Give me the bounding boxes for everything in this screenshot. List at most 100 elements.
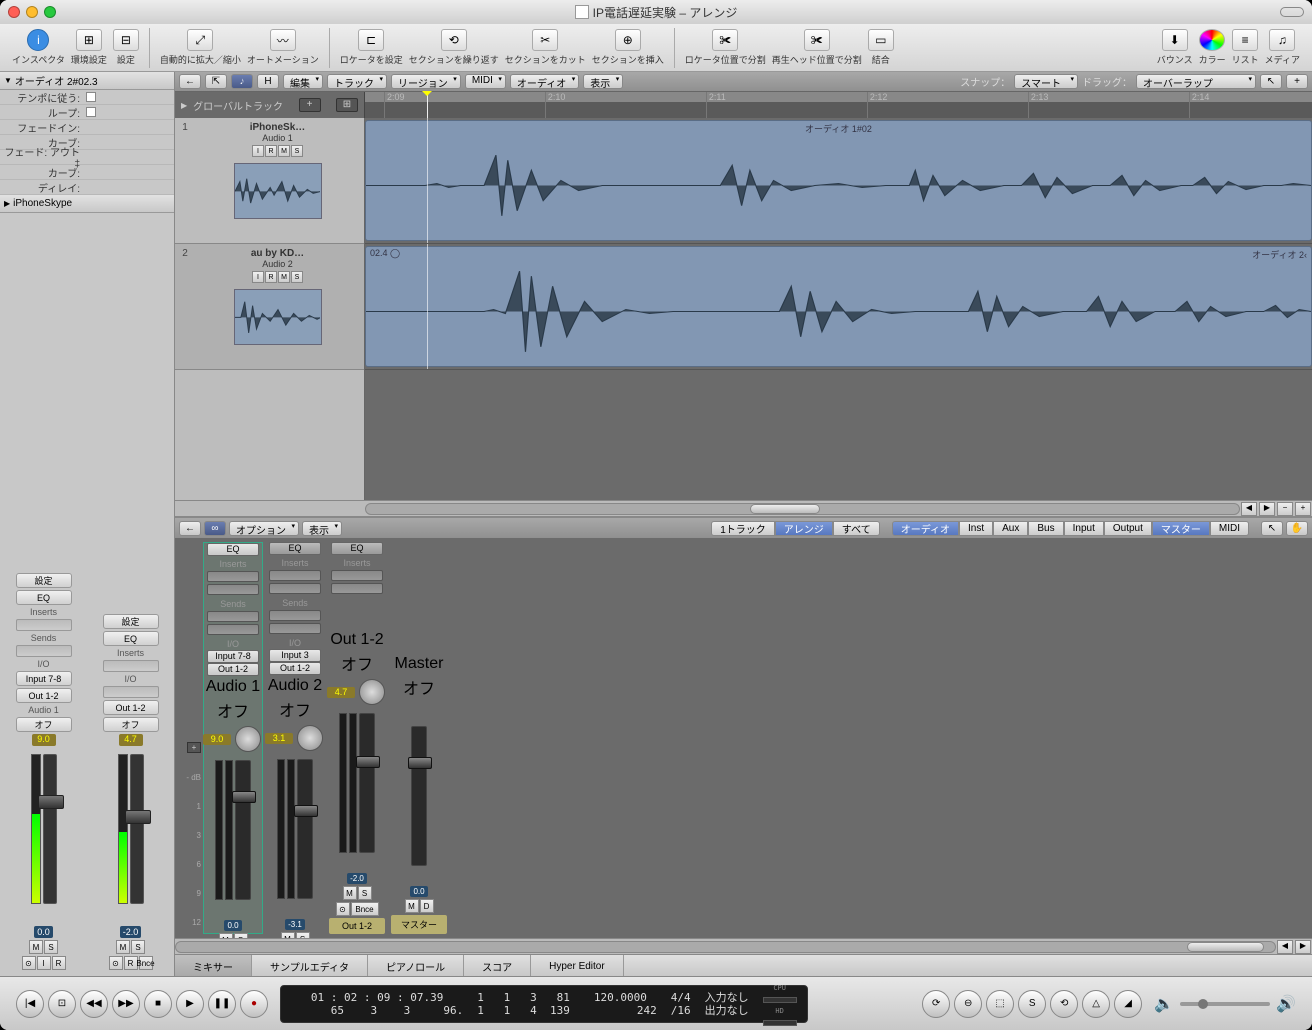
seg-input[interactable]: Input	[1064, 521, 1104, 536]
send-slot[interactable]	[269, 610, 321, 621]
bounce-button[interactable]: Bnce	[139, 956, 153, 970]
global-track-header[interactable]: ▶グローバルトラック + ⊞	[175, 92, 365, 118]
output-selector[interactable]: Out 1-2	[16, 688, 72, 703]
autopunch-button[interactable]: ⬚	[986, 990, 1014, 1018]
track-lane-2[interactable]: 02.4 ◯ オーディオ 2‹	[365, 244, 1312, 370]
automation-mode[interactable]: オフ	[16, 717, 72, 732]
hand-tool[interactable]: ✋	[1286, 521, 1308, 536]
monitor-button[interactable]: ⊙	[336, 902, 350, 916]
monitor-button[interactable]: ⊙	[109, 956, 123, 970]
eq-button[interactable]: EQ	[331, 542, 383, 555]
automation-button[interactable]: 〰オートメーション	[247, 29, 319, 66]
audio-menu[interactable]: オーディオ	[510, 74, 579, 89]
mixer-strip-1[interactable]: EQ Inserts Sends I/O Input 7-8 Out 1-2 A…	[203, 542, 263, 934]
solo-button[interactable]: S	[1018, 990, 1046, 1018]
insert-slot[interactable]	[16, 619, 72, 631]
lcd-display[interactable]: 01 : 02 : 09 : 07.39 65 3 3 96. 1 1 3 81…	[280, 985, 808, 1023]
settings-button[interactable]: ⊟設定	[113, 29, 139, 66]
insert-slot[interactable]	[269, 570, 321, 581]
cut-section-button[interactable]: ✂セクションをカット	[505, 29, 586, 66]
send-slot[interactable]	[16, 645, 72, 657]
mixer-scrollbar[interactable]: ◀▶	[175, 938, 1312, 954]
tab-piano-roll[interactable]: ピアノロール	[368, 955, 464, 977]
solo-button[interactable]: S	[131, 940, 145, 954]
pan-knob[interactable]	[235, 726, 261, 752]
crosshair-tool[interactable]: +	[1286, 74, 1308, 89]
seg-inst[interactable]: Inst	[959, 521, 993, 536]
audio-region-1[interactable]: オーディオ 1#02	[365, 120, 1312, 241]
merge-button[interactable]: ▭結合	[868, 29, 894, 66]
scroll-right-button[interactable]: ▶	[1259, 502, 1275, 516]
input-button[interactable]: I	[252, 145, 264, 157]
settings-button[interactable]: 設定	[103, 614, 159, 629]
record-button[interactable]: R	[52, 956, 66, 970]
eq-button[interactable]: EQ	[103, 631, 159, 646]
seg-master[interactable]: マスター	[1152, 521, 1210, 536]
option-menu[interactable]: オプション	[229, 521, 299, 536]
zoom-out-button[interactable]: −	[1277, 502, 1293, 516]
mute-button[interactable]: M	[343, 886, 357, 900]
forward-button[interactable]: ▶▶	[112, 990, 140, 1018]
input-selector[interactable]: Input 3	[269, 649, 321, 662]
media-button[interactable]: ♫メディア	[1265, 29, 1300, 66]
volume-fader[interactable]	[359, 713, 375, 853]
inspector-button[interactable]: iインスペクタ	[12, 29, 65, 66]
pointer-tool[interactable]: ↖	[1261, 521, 1283, 536]
track-lane-1[interactable]: オーディオ 1#02	[365, 118, 1312, 244]
h-button[interactable]: H	[257, 74, 279, 89]
track-header-2[interactable]: 2 au by KD… Audio 2 I R M S	[175, 244, 364, 370]
output-selector[interactable]: Out 1-2	[269, 662, 321, 675]
automation-mode[interactable]: オフ	[403, 675, 435, 699]
snap-select[interactable]: スマート	[1014, 74, 1078, 89]
seg-output[interactable]: Output	[1104, 521, 1152, 536]
track-menu[interactable]: トラック	[327, 74, 387, 89]
back-button[interactable]: ←	[179, 521, 201, 536]
volume-fader[interactable]	[297, 759, 313, 899]
mute-button[interactable]: M	[278, 145, 290, 157]
solo-button[interactable]: S	[358, 886, 372, 900]
insert-slot[interactable]	[207, 571, 259, 582]
eq-button[interactable]: EQ	[16, 590, 72, 605]
catch-button[interactable]: ⇱	[205, 74, 227, 89]
follow-tempo-checkbox[interactable]	[86, 92, 96, 102]
environment-button[interactable]: ⊞環境設定	[71, 29, 107, 66]
seg-bus[interactable]: Bus	[1028, 521, 1063, 536]
send-slot[interactable]	[269, 623, 321, 634]
inspector-track-header[interactable]: iPhoneSkype	[13, 198, 72, 209]
back-button[interactable]: ←	[179, 74, 201, 89]
insert-section-button[interactable]: ⊕セクションを挿入	[592, 29, 664, 66]
split-locator-button[interactable]: ✀ロケータ位置で分割	[685, 29, 766, 66]
stop-button[interactable]: ■	[144, 990, 172, 1018]
pointer-tool[interactable]: ↖	[1260, 74, 1282, 89]
pan-knob[interactable]	[297, 725, 323, 751]
mute-button[interactable]: M	[405, 899, 419, 913]
color-button[interactable]: カラー	[1199, 29, 1226, 66]
strip-name[interactable]: Out 1-2	[329, 918, 385, 934]
strip-name[interactable]: マスター	[391, 915, 447, 934]
mute-button[interactable]: M	[29, 940, 43, 954]
region-menu[interactable]: リージョン	[391, 74, 461, 89]
config-button[interactable]: ⊞	[336, 98, 358, 112]
input-selector[interactable]: Input 7-8	[207, 650, 259, 663]
link-button[interactable]: ∞	[204, 521, 226, 536]
insert-slot[interactable]	[269, 583, 321, 594]
mixer-strip-3[interactable]: EQ Inserts Out 1-2 オフ 4.7 -2.0 MS ⊙Bnce …	[327, 542, 387, 934]
dim-button[interactable]: D	[420, 899, 434, 913]
scroll-left-button[interactable]: ◀	[1241, 502, 1257, 516]
horizontal-scrollbar[interactable]: ◀ ▶ − +	[175, 500, 1312, 516]
seg-aux[interactable]: Aux	[993, 521, 1028, 536]
link-button[interactable]: 𝆕	[231, 74, 253, 89]
solo-button[interactable]: S	[291, 145, 303, 157]
master-vol-button[interactable]: ◢	[1114, 990, 1142, 1018]
insert-slot[interactable]	[103, 660, 159, 672]
insert-slot[interactable]	[331, 570, 383, 581]
output-selector[interactable]: Out 1-2	[207, 663, 259, 676]
add-strip-button[interactable]: +	[187, 742, 201, 753]
output-selector[interactable]: Out 1-2	[103, 700, 159, 715]
io-slot[interactable]	[103, 686, 159, 698]
seg-midi[interactable]: MIDI	[1210, 521, 1249, 536]
edit-menu[interactable]: 編集	[283, 74, 323, 89]
rewind-button[interactable]: ◀◀	[80, 990, 108, 1018]
volume-fader[interactable]	[235, 760, 251, 900]
pan-knob[interactable]	[359, 679, 385, 705]
